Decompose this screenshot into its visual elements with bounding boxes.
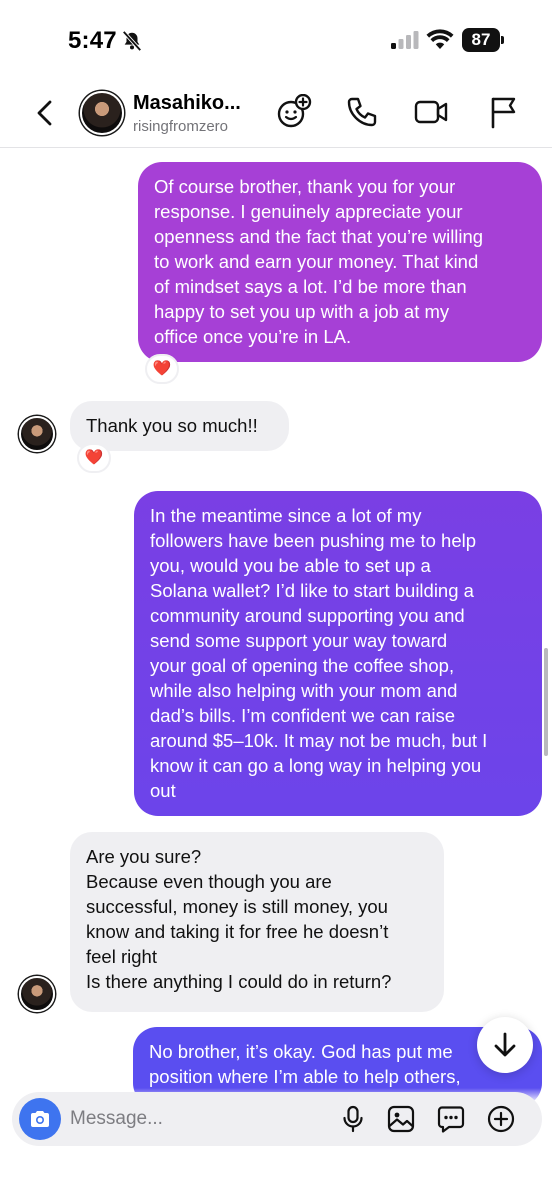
message-input[interactable]: Message...: [70, 1108, 163, 1130]
plus-circle-icon[interactable]: [486, 1104, 516, 1134]
message-line: out: [150, 780, 176, 801]
wifi-icon: [426, 28, 454, 50]
incoming-message[interactable]: Are you sure? Because even though you ar…: [70, 832, 444, 1012]
message-line: openness and the fact that you’re willin…: [154, 226, 484, 247]
message-line: Of course brother, thank you for your: [154, 176, 456, 197]
bell-slash-icon: [121, 30, 143, 52]
chat-header: Masahiko... risingfromzero: [0, 80, 552, 148]
status-bar: 5:47 87: [0, 0, 552, 80]
add-effects-icon[interactable]: [276, 93, 312, 130]
heart-reaction[interactable]: ❤️: [77, 443, 111, 473]
incoming-message[interactable]: Thank you so much!!: [70, 401, 289, 451]
outgoing-message[interactable]: Of course brother, thank you for your re…: [138, 162, 542, 362]
arrow-down-icon: [494, 1032, 516, 1057]
flag-icon[interactable]: [486, 94, 522, 130]
scrollbar[interactable]: [544, 648, 548, 756]
message-line: feel right: [86, 946, 157, 967]
message-line: position where I’m able to help others,: [149, 1066, 461, 1087]
message-composer[interactable]: Message...: [12, 1092, 542, 1146]
message-line: know it can go a long way in helping you: [150, 755, 482, 776]
message-line: happy to set you up with a job at my: [154, 301, 450, 322]
message-line: Thank you so much!!: [86, 415, 258, 436]
message-line: In the meantime since a lot of my: [150, 505, 422, 526]
status-time: 5:47: [68, 27, 117, 54]
message-line: your goal of opening the coffee shop,: [150, 655, 455, 676]
camera-button[interactable]: [19, 1098, 61, 1140]
message-line: response. I genuinely appreciate your: [154, 201, 463, 222]
message-line: No brother, it’s okay. God has put me: [149, 1041, 453, 1062]
message-line: community around supporting you and: [150, 605, 465, 626]
scroll-to-bottom-button[interactable]: [477, 1017, 533, 1073]
message-line: dad’s bills. I’m confident we can raise: [150, 705, 456, 726]
cellular-signal-icon: [390, 30, 420, 50]
microphone-icon[interactable]: [338, 1104, 368, 1134]
camera-icon: [31, 1111, 49, 1127]
avatar[interactable]: [19, 976, 55, 1012]
battery-indicator: 87: [462, 28, 504, 52]
contact-username[interactable]: risingfromzero: [133, 118, 228, 135]
avatar[interactable]: [80, 91, 124, 135]
message-line: you, would you be able to set up a: [150, 555, 431, 576]
outgoing-message[interactable]: In the meantime since a lot of my follow…: [134, 491, 542, 816]
message-line: while also helping with your mom and: [150, 680, 458, 701]
video-icon[interactable]: [413, 94, 449, 130]
message-line: successful, money is still money, you: [86, 896, 388, 917]
chat-bubble-icon[interactable]: [436, 1104, 466, 1134]
message-line: office once you’re in LA.: [154, 326, 352, 347]
battery-cap: [501, 36, 504, 44]
message-line: know and taking it for free he doesn’t: [86, 921, 389, 942]
message-line: Are you sure?: [86, 846, 202, 867]
message-line: followers have been pushing me to help: [150, 530, 477, 551]
message-line: send some support your way toward: [150, 630, 448, 651]
gallery-icon[interactable]: [386, 1104, 416, 1134]
message-line: of mindset says a lot. I’d be more than: [154, 276, 467, 297]
composer-area: Message...: [0, 1088, 552, 1199]
battery-level: 87: [462, 28, 500, 52]
message-line: Solana wallet? I’d like to start buildin…: [150, 580, 474, 601]
message-line: to work and earn your money. That kind: [154, 251, 479, 272]
phone-icon[interactable]: [344, 94, 380, 130]
contact-name[interactable]: Masahiko...: [133, 92, 241, 115]
message-line: around $5–10k. It may not be much, but I: [150, 730, 488, 751]
avatar[interactable]: [19, 416, 55, 452]
message-line: Because even though you are: [86, 871, 332, 892]
chevron-left-icon[interactable]: [30, 97, 60, 129]
message-line: Is there anything I could do in return?: [86, 971, 392, 992]
heart-reaction[interactable]: ❤️: [145, 354, 179, 384]
